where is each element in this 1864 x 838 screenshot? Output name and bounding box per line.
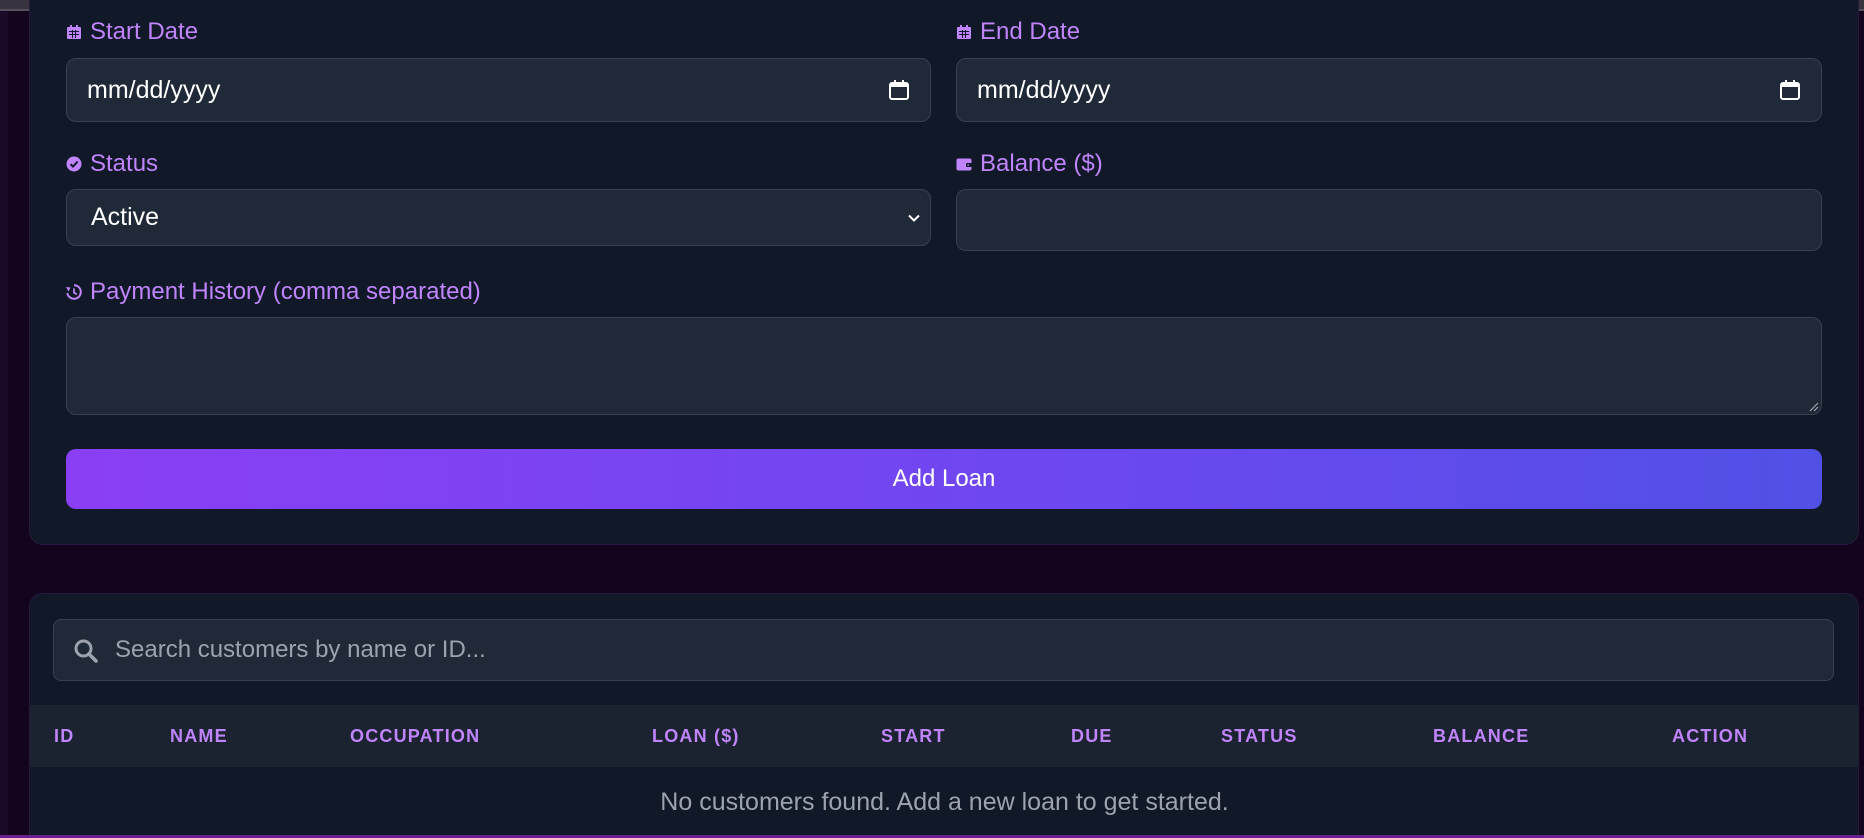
calendar-icon — [957, 25, 971, 39]
table-header-row: ID NAME OCCUPATION LOAN ($) START DUE ST… — [30, 705, 1859, 767]
chevron-down-icon — [908, 214, 920, 222]
add-loan-button[interactable]: Add Loan — [66, 449, 1822, 509]
resize-grip-icon[interactable] — [1807, 400, 1819, 412]
payment-history-textarea[interactable] — [66, 317, 1822, 415]
start-date-label: Start Date — [66, 18, 198, 46]
column-header-status: STATUS — [1221, 725, 1298, 746]
end-date-value: mm/dd/yyyy — [977, 75, 1111, 104]
wallet-icon — [956, 158, 972, 171]
search-placeholder: Search customers by name or ID... — [115, 636, 486, 663]
start-date-value: mm/dd/yyyy — [87, 75, 221, 104]
start-date-input[interactable]: mm/dd/yyyy — [66, 58, 931, 122]
status-selected-value: Active — [91, 203, 160, 231]
payment-history-label: Payment History (comma separated) — [66, 278, 481, 306]
status-label: Status — [66, 150, 158, 178]
calendar-picker-icon[interactable] — [1779, 79, 1801, 101]
check-circle-icon — [66, 156, 82, 172]
column-header-due: DUE — [1071, 725, 1113, 746]
balance-input[interactable] — [956, 189, 1822, 251]
column-header-id: ID — [54, 725, 75, 746]
balance-label: Balance ($) — [956, 150, 1103, 178]
status-select[interactable]: Active — [66, 189, 931, 246]
column-header-loan: LOAN ($) — [652, 725, 740, 746]
column-header-balance: BALANCE — [1433, 725, 1530, 746]
column-header-occupation: OCCUPATION — [350, 725, 481, 746]
column-header-name: NAME — [170, 725, 228, 746]
end-date-input[interactable]: mm/dd/yyyy — [956, 58, 1822, 122]
customer-search-input[interactable]: Search customers by name or ID... — [53, 619, 1834, 681]
empty-table-message: No customers found. Add a new loan to ge… — [660, 787, 1229, 816]
calendar-icon — [67, 25, 81, 39]
column-header-action: ACTION — [1672, 725, 1749, 746]
left-edge — [0, 11, 8, 838]
column-header-start: START — [881, 725, 946, 746]
end-date-label: End Date — [956, 18, 1080, 46]
search-icon — [74, 639, 98, 663]
history-icon — [66, 284, 82, 300]
calendar-picker-icon[interactable] — [888, 79, 910, 101]
